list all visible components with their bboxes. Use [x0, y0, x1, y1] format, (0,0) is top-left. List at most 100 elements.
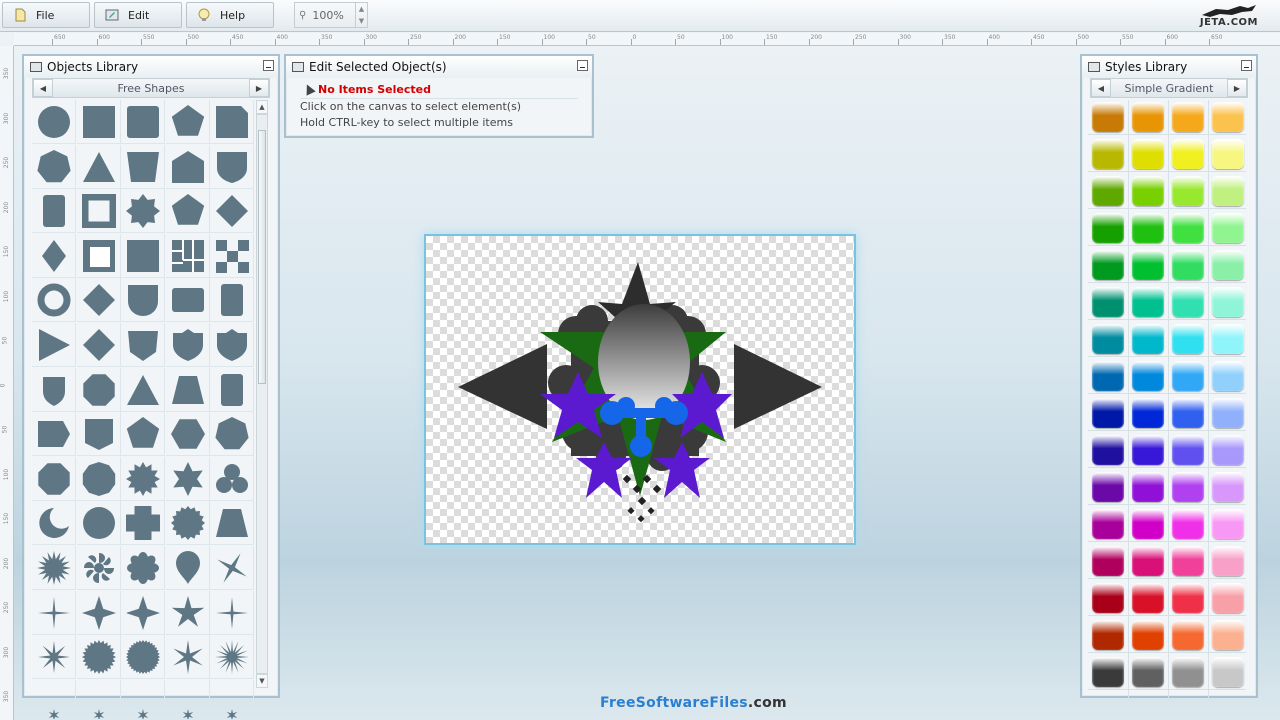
style-swatch[interactable] [1172, 657, 1204, 687]
shape-parquet[interactable] [165, 233, 210, 278]
shape-seal-24[interactable] [76, 635, 121, 680]
style-swatch[interactable] [1092, 657, 1124, 687]
shape-ring[interactable] [32, 278, 76, 323]
style-swatch[interactable] [1092, 398, 1124, 428]
help-menu-button[interactable]: Help [186, 2, 274, 28]
style-swatch[interactable] [1172, 509, 1204, 539]
style-swatch[interactable] [1172, 287, 1204, 317]
style-swatch[interactable] [1132, 213, 1164, 243]
shape-sparkle-4[interactable] [210, 546, 254, 590]
style-swatch[interactable] [1172, 398, 1204, 428]
shape-sparkle-4-thin[interactable] [32, 590, 76, 635]
shape-seal[interactable] [165, 501, 210, 546]
shape-star-8[interactable] [121, 189, 166, 234]
style-swatch[interactable] [1132, 250, 1164, 280]
style-swatch[interactable] [1092, 583, 1124, 613]
shape-diamond[interactable] [76, 278, 121, 323]
shape-star-5[interactable] [165, 590, 210, 635]
shape-small[interactable] [210, 679, 254, 720]
style-swatch[interactable] [1092, 546, 1124, 576]
shape-pentagon-wide[interactable] [121, 323, 166, 367]
shape-teardrop[interactable] [165, 546, 210, 590]
style-swatch[interactable] [1172, 620, 1204, 650]
shape-checker[interactable] [210, 233, 254, 278]
prev-style-category-button[interactable]: ◀ [1091, 79, 1111, 97]
style-swatch[interactable] [1212, 324, 1244, 354]
style-swatch[interactable] [1172, 324, 1204, 354]
style-swatch[interactable] [1092, 287, 1124, 317]
minimize-icon[interactable] [1241, 60, 1252, 71]
shape-spiral-flower[interactable] [76, 546, 121, 590]
shape-pentagon[interactable] [121, 412, 166, 457]
shape-trefoil[interactable] [210, 456, 254, 501]
style-swatch[interactable] [1172, 472, 1204, 502]
shape-sparkle-4-thin[interactable] [210, 590, 254, 635]
shape-decagon[interactable] [76, 456, 121, 501]
shape-folded-square[interactable] [210, 100, 254, 144]
zoom-field[interactable]: ⚲ 100% ▲ ▼ [294, 2, 368, 28]
shape-shield-round[interactable] [121, 278, 166, 323]
shape-star-6-thin[interactable] [165, 635, 210, 680]
style-swatch[interactable] [1172, 546, 1204, 576]
shape-triangle[interactable] [121, 367, 166, 412]
shape-square[interactable] [121, 233, 166, 278]
style-swatch[interactable] [1212, 139, 1244, 169]
style-swatch[interactable] [1172, 583, 1204, 613]
style-swatch[interactable] [1092, 250, 1124, 280]
shape-shield[interactable] [210, 144, 254, 189]
shape-rounded-rect-wide[interactable] [165, 278, 210, 323]
shape-rounded-rect-tall[interactable] [210, 367, 254, 412]
style-swatch[interactable] [1092, 102, 1124, 132]
style-swatch[interactable] [1212, 657, 1244, 687]
style-swatch[interactable] [1212, 472, 1244, 502]
style-swatch[interactable] [1092, 176, 1124, 206]
shape-small[interactable] [121, 679, 166, 720]
style-swatch[interactable] [1212, 398, 1244, 428]
style-swatch[interactable] [1212, 583, 1244, 613]
next-category-button[interactable]: ▶ [249, 79, 269, 97]
shape-circle[interactable] [32, 100, 76, 144]
shape-heptagon[interactable] [32, 144, 76, 189]
style-swatch[interactable] [1092, 361, 1124, 391]
shape-seal-32[interactable] [121, 635, 166, 680]
shape-small[interactable] [166, 679, 210, 720]
style-swatch[interactable] [1132, 583, 1164, 613]
style-swatch[interactable] [1132, 324, 1164, 354]
shape-star-16-thin[interactable] [210, 635, 254, 680]
shape-trapezoid[interactable] [210, 501, 254, 546]
style-swatch[interactable] [1212, 102, 1244, 132]
shape-badge-shield[interactable] [165, 323, 210, 367]
style-swatch[interactable] [1172, 139, 1204, 169]
file-menu-button[interactable]: File [2, 2, 90, 28]
style-swatch[interactable] [1172, 176, 1204, 206]
style-swatch[interactable] [1132, 287, 1164, 317]
style-swatch[interactable] [1092, 324, 1124, 354]
style-swatch[interactable] [1092, 472, 1124, 502]
shape-page-square[interactable] [76, 233, 121, 278]
style-swatch[interactable] [1212, 361, 1244, 391]
shape-triangle[interactable] [76, 144, 121, 189]
shape-hollow-square[interactable] [76, 189, 121, 234]
shape-diamond[interactable] [76, 323, 121, 367]
style-swatch[interactable] [1212, 176, 1244, 206]
shape-square[interactable] [76, 100, 121, 144]
shape-cross-round[interactable] [121, 501, 166, 546]
shape-small[interactable] [77, 679, 121, 720]
minimize-icon[interactable] [577, 60, 588, 71]
shape-pentagon[interactable] [165, 189, 210, 234]
shapes-scrollbar[interactable] [256, 114, 268, 674]
shape-star-4[interactable] [121, 590, 166, 635]
prev-category-button[interactable]: ◀ [33, 79, 53, 97]
scroll-up-button[interactable]: ▲ [256, 100, 268, 114]
style-swatch[interactable] [1172, 102, 1204, 132]
shape-rounded-rect-tall[interactable] [210, 278, 254, 323]
shape-shield-flat[interactable] [76, 412, 121, 457]
shape-star-12[interactable] [121, 456, 166, 501]
style-swatch[interactable] [1212, 250, 1244, 280]
shape-crescent[interactable] [32, 501, 76, 546]
style-swatch[interactable] [1092, 139, 1124, 169]
style-swatch[interactable] [1212, 213, 1244, 243]
minimize-icon[interactable] [263, 60, 274, 71]
style-swatch[interactable] [1172, 435, 1204, 465]
style-swatch[interactable] [1212, 620, 1244, 650]
